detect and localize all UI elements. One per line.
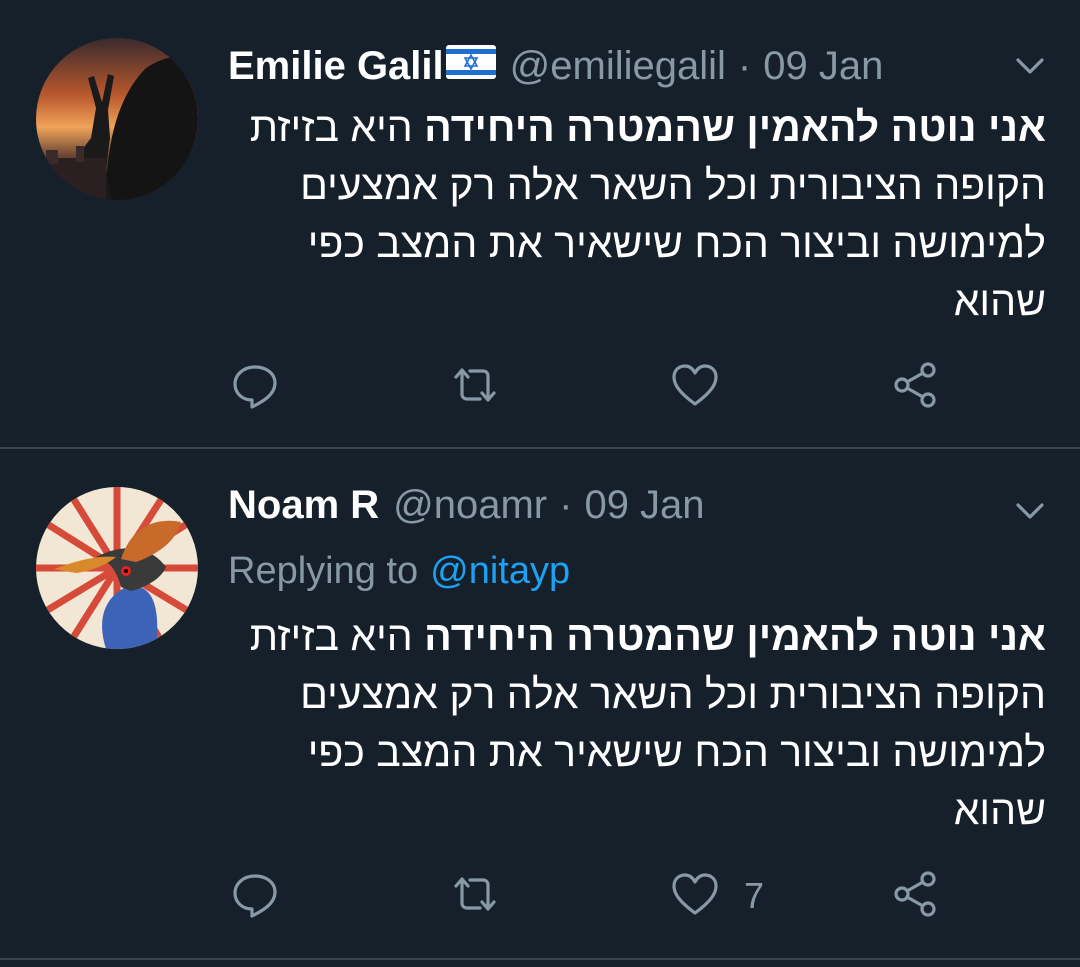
tweet-actions: 7 bbox=[0, 869, 1080, 929]
tweet-text: אני נוטה להאמין שהמטרה היחידה היא בזיזת … bbox=[228, 607, 1046, 839]
heart-icon[interactable] bbox=[670, 869, 720, 919]
reply-icon[interactable] bbox=[230, 360, 280, 410]
author-handle[interactable]: @noamr bbox=[393, 483, 547, 528]
share-icon[interactable] bbox=[890, 360, 940, 410]
separator-dot: · bbox=[559, 482, 573, 527]
tweet-header: Emilie Galil @emiliegalil · 09 Jan bbox=[228, 36, 883, 96]
tweet-1[interactable]: Emilie Galil @emiliegalil · 09 Jan אני נ… bbox=[0, 0, 1080, 448]
author-name[interactable]: Emilie Galil bbox=[228, 44, 444, 89]
retweet-icon[interactable] bbox=[450, 869, 500, 919]
share-icon[interactable] bbox=[890, 869, 940, 919]
replying-to: Replying to @nitayp bbox=[228, 546, 570, 596]
avatar-noam[interactable] bbox=[36, 487, 198, 649]
like-count: 7 bbox=[744, 875, 765, 916]
reply-mention-link[interactable]: @nitayp bbox=[430, 550, 570, 593]
tweet-2[interactable]: Noam R @noamr · 09 Jan Replying to @nita… bbox=[0, 449, 1080, 959]
tweet-actions bbox=[0, 360, 1080, 420]
tweet-text-bold: אני נוטה להאמין שהמטרה היחידה bbox=[424, 104, 1046, 150]
tweet-date[interactable]: 09 Jan bbox=[763, 44, 883, 89]
tweet-text: אני נוטה להאמין שהמטרה היחידה היא בזיזת … bbox=[228, 98, 1046, 330]
chevron-down-icon[interactable] bbox=[1010, 491, 1050, 531]
retweet-icon[interactable] bbox=[450, 360, 500, 410]
chevron-down-icon[interactable] bbox=[1010, 46, 1050, 86]
tweet-divider bbox=[0, 958, 1080, 960]
separator-dot: · bbox=[737, 43, 752, 88]
tweet-date[interactable]: 09 Jan bbox=[584, 483, 704, 528]
heart-icon[interactable] bbox=[670, 360, 720, 410]
tweet-text-bold: אני נוטה להאמין שהמטרה היחידה bbox=[424, 613, 1046, 659]
tweet-header: Noam R @noamr · 09 Jan bbox=[228, 475, 705, 535]
replying-label: Replying to bbox=[228, 549, 419, 592]
israel-flag-icon bbox=[445, 44, 496, 89]
reply-icon[interactable] bbox=[230, 869, 280, 919]
avatar-emilie[interactable] bbox=[36, 38, 198, 200]
author-handle[interactable]: @emiliegalil bbox=[510, 44, 726, 89]
author-name[interactable]: Noam R bbox=[228, 483, 379, 528]
